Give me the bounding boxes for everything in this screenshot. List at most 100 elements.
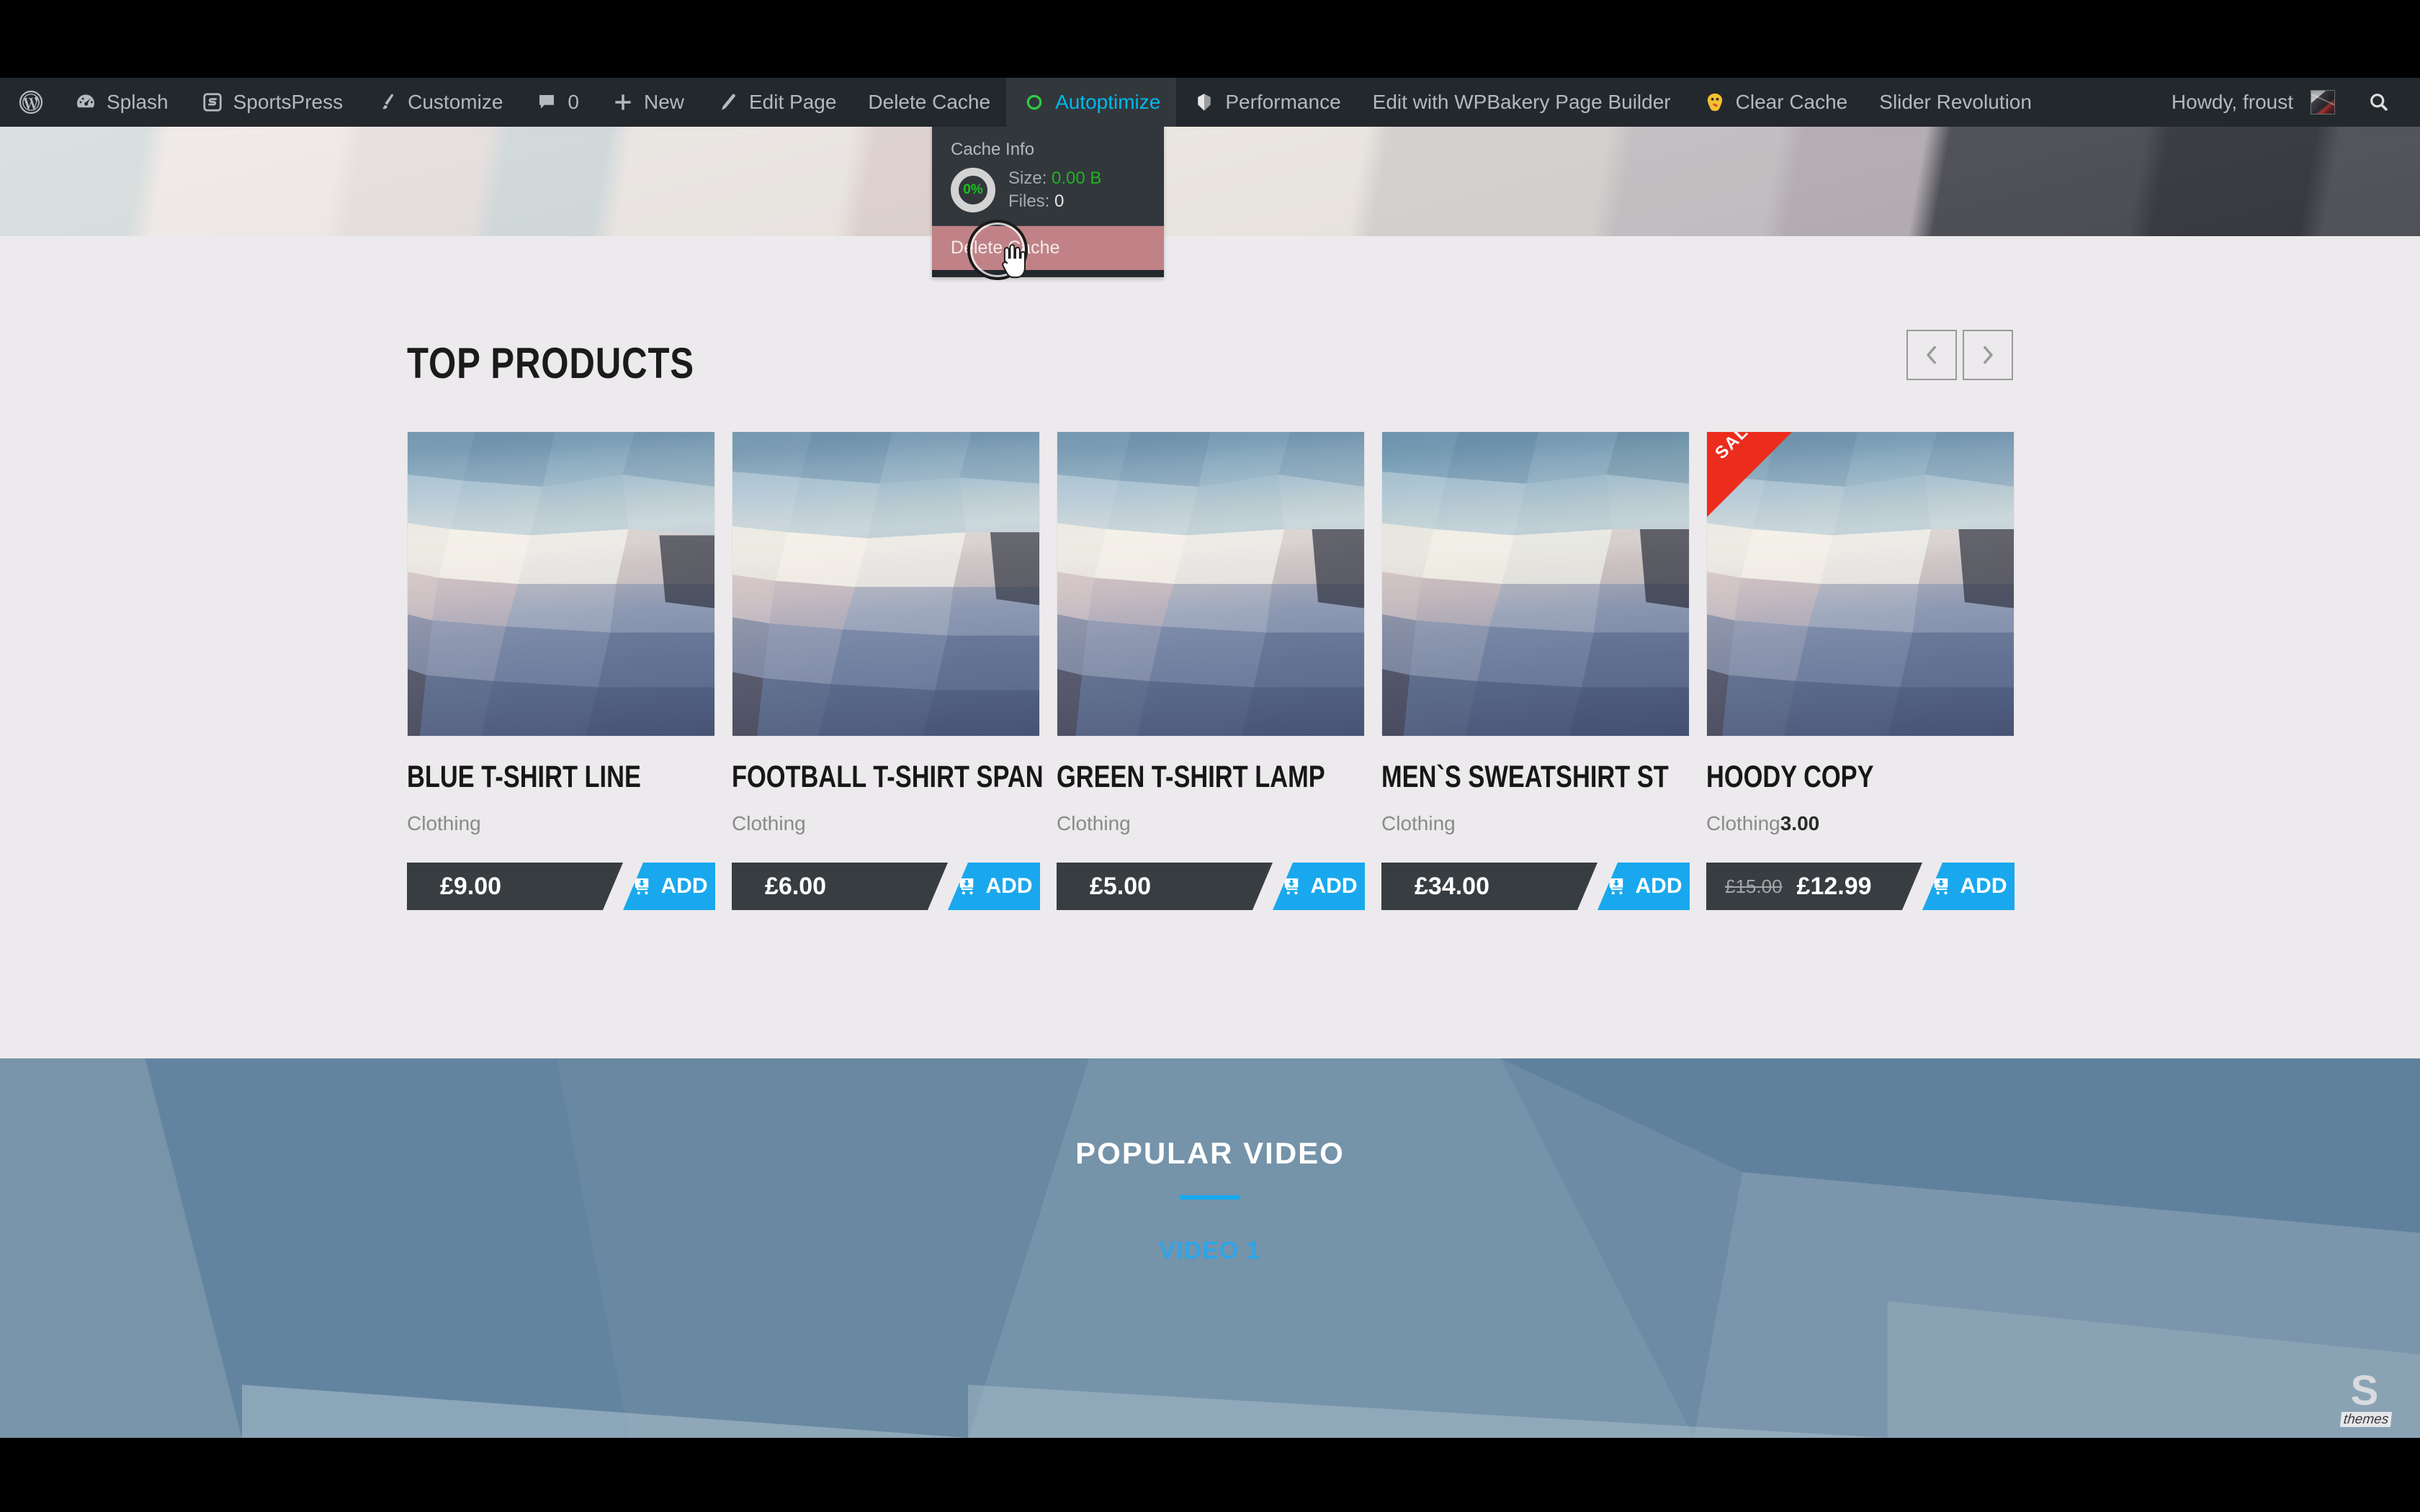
cache-files-row: Files: 0 <box>1008 190 1101 213</box>
paintbrush-icon <box>375 90 399 114</box>
admin-bar-label-slider-revolution: Slider Revolution <box>1879 91 2032 113</box>
admin-bar-item-wp-logo[interactable] <box>0 78 58 127</box>
product-title: FOOTBALL T-SHIRT SPAN <box>732 760 1044 794</box>
admin-bar-label-performance: Performance <box>1225 91 1341 113</box>
admin-bar-item-sportspress[interactable]: SportsPress <box>184 78 359 127</box>
dashboard-gauge-icon <box>73 90 98 114</box>
dropdown-footer <box>932 270 1164 278</box>
admin-bar-label-wpbakery: Edit with WPBakery Page Builder <box>1372 91 1671 113</box>
product-card[interactable]: MEN`S SWEATSHIRT ST Clothing £34.00 ADD <box>1381 431 1690 910</box>
product-category-text: Clothing <box>1381 812 1456 834</box>
add-to-cart-button[interactable]: ADD <box>1922 863 2015 910</box>
admin-bar-item-my-account[interactable]: Howdy, froust <box>2156 78 2351 127</box>
cart-icon <box>1605 877 1627 896</box>
product-current-price: £5.00 <box>1090 872 1152 900</box>
video-title-underline <box>1180 1195 1240 1200</box>
wp-admin-bar: Splash SportsPress Customize 0 New Edit … <box>0 78 2420 127</box>
admin-bar-item-wpbakery[interactable]: Edit with WPBakery Page Builder <box>1357 78 1687 127</box>
admin-bar-label-sportspress: SportsPress <box>233 91 344 113</box>
product-title: HOODY COPY <box>1706 760 1874 794</box>
add-to-cart-button[interactable]: ADD <box>623 863 715 910</box>
product-price-bar: £9.00 ADD <box>407 863 715 910</box>
add-to-cart-button[interactable]: ADD <box>1597 863 1690 910</box>
cache-files-value: 0 <box>1054 191 1065 211</box>
cache-size-row: Size: 0.00 B <box>1008 167 1101 190</box>
themes-watermark: S themes <box>2339 1370 2393 1427</box>
cart-icon <box>956 877 977 896</box>
product-price-bar: £5.00 ADD <box>1057 863 1365 910</box>
admin-bar-item-autoptimize[interactable]: Autoptimize <box>1006 78 1177 127</box>
admin-bar-right-group: Howdy, froust <box>2156 78 2420 127</box>
add-to-cart-button[interactable]: ADD <box>948 863 1040 910</box>
product-image[interactable]: SALE <box>1706 431 2015 737</box>
admin-bar-item-customize[interactable]: Customize <box>359 78 519 127</box>
lowpoly-pattern <box>732 432 1039 736</box>
video-subtitle: VIDEO 1 <box>1159 1237 1261 1264</box>
cart-icon <box>1930 877 1952 896</box>
products-next-button[interactable] <box>1963 330 2013 380</box>
cache-info-body: 0% Size: 0.00 B Files: 0 <box>932 164 1164 225</box>
product-price: £6.00 <box>732 863 948 910</box>
product-card[interactable]: FOOTBALL T-SHIRT SPAN Clothing £6.00 ADD <box>732 431 1044 910</box>
admin-bar-item-comments[interactable]: 0 <box>519 78 595 127</box>
admin-bar-label-comment-count: 0 <box>568 91 579 113</box>
page-title: TOP PRODUCTS <box>407 339 694 387</box>
lowpoly-pattern <box>408 432 714 736</box>
pencil-icon <box>716 90 740 114</box>
add-to-cart-button[interactable]: ADD <box>1273 863 1365 910</box>
product-price-bar: £6.00 ADD <box>732 863 1040 910</box>
wp-rocket-icon <box>1703 90 1727 114</box>
admin-bar-item-search[interactable] <box>2351 78 2407 127</box>
product-image[interactable] <box>1381 431 1690 737</box>
product-image[interactable] <box>407 431 715 737</box>
products-inner: TOP PRODUCTS BLUE T-SHIRT LINE Clothing … <box>407 236 2015 910</box>
add-label: ADD <box>660 874 708 898</box>
admin-bar-item-performance[interactable]: Performance <box>1176 78 1356 127</box>
admin-bar-item-new[interactable]: New <box>595 78 700 127</box>
admin-bar-item-edit-page[interactable]: Edit Page <box>700 78 852 127</box>
admin-bar-label-splash: Splash <box>107 91 169 113</box>
product-title: GREEN T-SHIRT LAMP <box>1057 760 1325 794</box>
product-category-text: Clothing <box>407 812 481 834</box>
products-prev-button[interactable] <box>1906 330 1957 380</box>
product-current-price: £34.00 <box>1415 872 1489 900</box>
admin-bar-item-splash[interactable]: Splash <box>58 78 184 127</box>
product-card[interactable]: SALE HOODY COPY Clothing3.00 £15.00 £12.… <box>1706 431 2015 910</box>
admin-bar-label-customize: Customize <box>408 91 503 113</box>
product-title: BLUE T-SHIRT LINE <box>407 760 641 794</box>
cache-size-value: 0.00 B <box>1052 168 1102 188</box>
sportspress-icon <box>200 90 225 114</box>
admin-bar-item-delete-cache[interactable]: Delete Cache <box>852 78 1006 127</box>
screen-root: Splash SportsPress Customize 0 New Edit … <box>0 0 2420 1512</box>
admin-bar-label-autoptimize: Autoptimize <box>1055 91 1161 113</box>
cursor-pointer-icon <box>996 243 1028 284</box>
top-products-section: TOP PRODUCTS BLUE T-SHIRT LINE Clothing … <box>0 236 2420 1058</box>
admin-bar-item-clear-cache[interactable]: Clear Cache <box>1687 78 1864 127</box>
cart-icon <box>631 877 653 896</box>
product-price-bar: £15.00 £12.99 ADD <box>1706 863 2015 910</box>
product-image[interactable] <box>1057 431 1365 737</box>
admin-bar-item-slider-revolution[interactable]: Slider Revolution <box>1863 78 2048 127</box>
product-card[interactable]: GREEN T-SHIRT LAMP Clothing £5.00 ADD <box>1057 431 1365 910</box>
product-price-bar: £34.00 ADD <box>1381 863 1690 910</box>
cache-info-header: Cache Info <box>951 140 1035 159</box>
product-category-text: Clothing <box>1057 812 1131 834</box>
admin-bar-label-clear-cache: Clear Cache <box>1735 91 1848 113</box>
avatar <box>2311 90 2335 114</box>
comment-bubble-icon <box>534 90 559 114</box>
search-icon <box>2367 90 2391 114</box>
product-image[interactable] <box>732 431 1040 737</box>
plus-icon <box>611 90 635 114</box>
hero-slider-band <box>0 127 2420 236</box>
cache-files-label: Files: <box>1008 191 1050 211</box>
wordpress-logo-icon <box>19 90 43 114</box>
lowpoly-pattern <box>1382 432 1689 736</box>
product-card[interactable]: BLUE T-SHIRT LINE Clothing £9.00 ADD <box>407 431 715 910</box>
add-label: ADD <box>1635 874 1682 898</box>
add-label: ADD <box>1960 874 2007 898</box>
admin-bar-label-delete-cache: Delete Cache <box>868 91 991 113</box>
product-category: Clothing <box>732 812 1040 835</box>
letterbox-bottom <box>0 1438 2420 1512</box>
cache-percent-label: 0% <box>963 181 983 197</box>
howdy-label: Howdy, froust <box>2171 91 2293 113</box>
